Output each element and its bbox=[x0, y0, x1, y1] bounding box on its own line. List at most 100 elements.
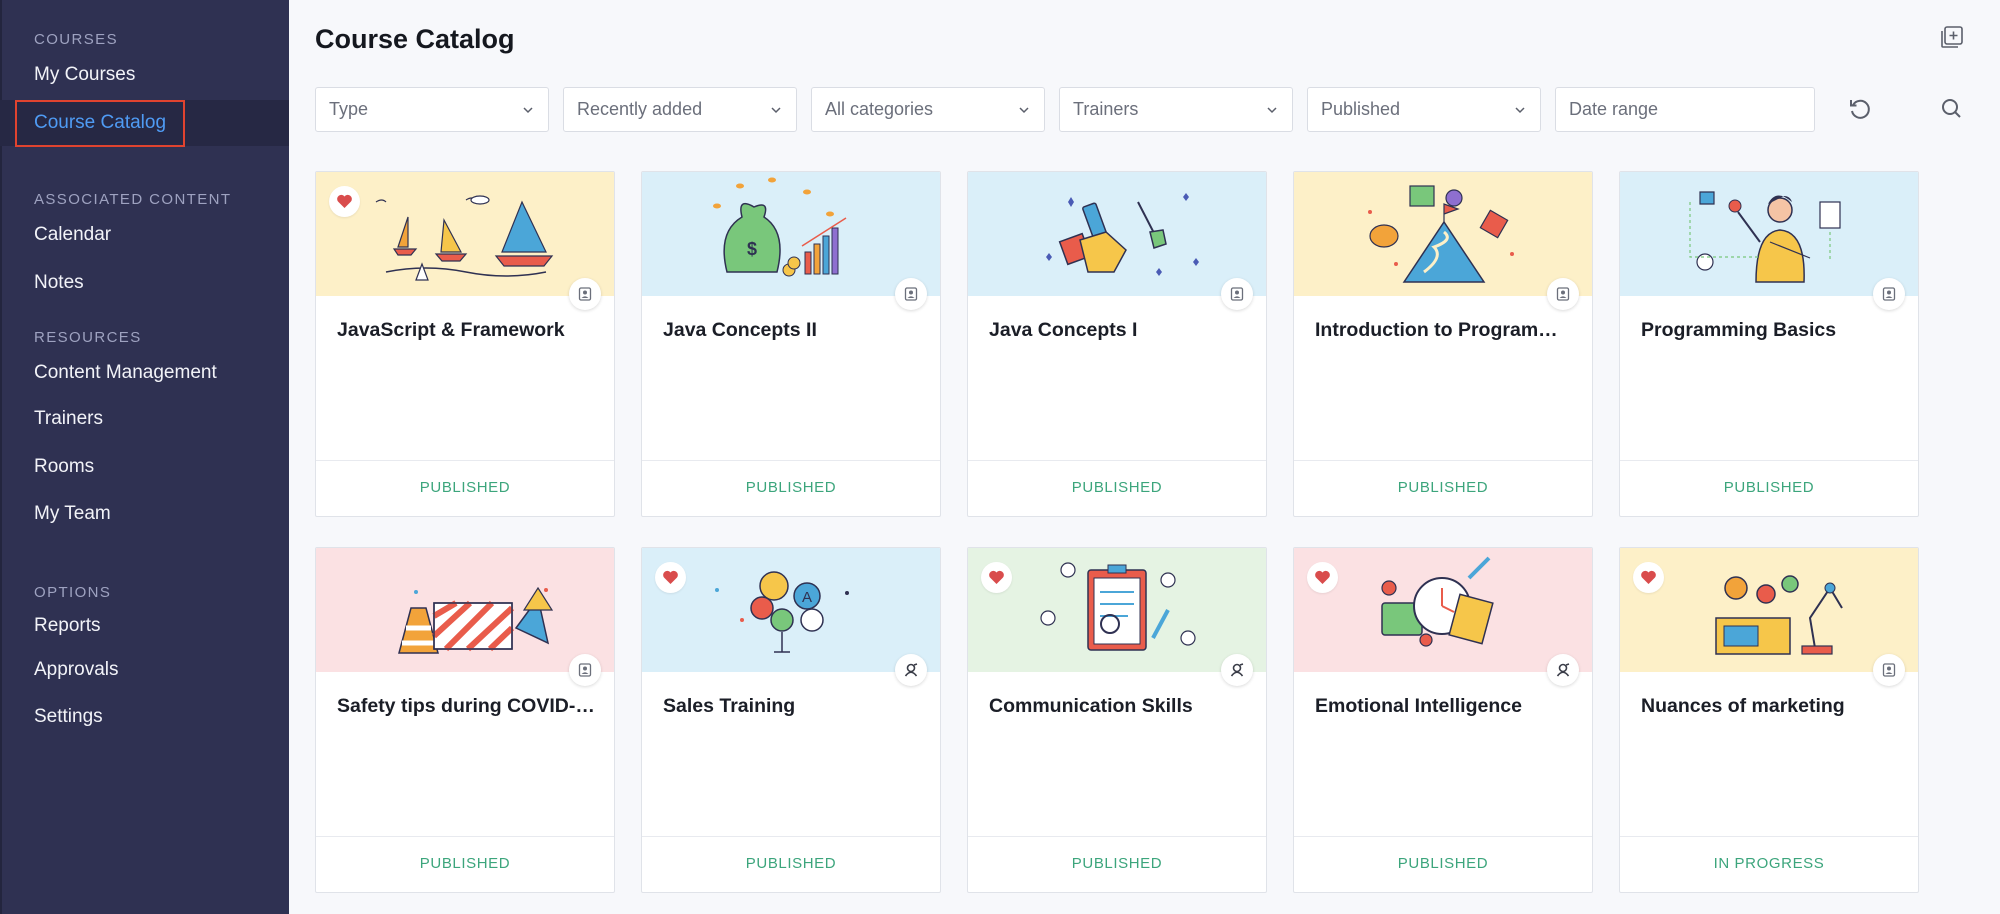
sidebar-section-options: OPTIONS bbox=[34, 584, 112, 601]
course-banner-image bbox=[1620, 172, 1918, 296]
favorite-heart-icon[interactable] bbox=[1307, 562, 1338, 593]
course-card[interactable]: Nuances of marketing IN PROGRESS bbox=[1619, 547, 1919, 893]
card-divider bbox=[642, 836, 940, 837]
course-status: PUBLISHED bbox=[1071, 479, 1163, 496]
sort-filter[interactable]: Recently added bbox=[563, 87, 797, 132]
sidebar-item-label: My Courses bbox=[34, 64, 136, 85]
favorite-heart-icon[interactable] bbox=[981, 562, 1012, 593]
card-divider bbox=[1620, 836, 1918, 837]
sidebar-item-reports[interactable]: Reports bbox=[0, 603, 289, 649]
course-card[interactable]: Introduction to Programming PUBLISHED bbox=[1293, 171, 1593, 517]
course-card[interactable]: Communication Skills PUBLISHED bbox=[967, 547, 1267, 893]
chevron-down-icon bbox=[1515, 107, 1525, 114]
category-filter-value: All categories bbox=[825, 99, 934, 119]
course-status: PUBLISHED bbox=[1071, 855, 1163, 872]
favorite-heart-icon[interactable] bbox=[655, 562, 686, 593]
sidebar-item-label: My Team bbox=[34, 503, 111, 524]
add-icon[interactable] bbox=[1940, 25, 1964, 49]
card-divider bbox=[1620, 460, 1918, 461]
sidebar-item-label: Trainers bbox=[34, 408, 103, 429]
type-filter[interactable]: Type bbox=[315, 87, 549, 132]
course-title[interactable]: JavaScript & Framework bbox=[337, 319, 595, 342]
svg-text:$: $ bbox=[747, 239, 757, 259]
course-banner-image bbox=[968, 172, 1266, 296]
course-banner-image bbox=[1294, 172, 1592, 296]
self-paced-icon bbox=[569, 654, 601, 686]
course-banner-image bbox=[968, 548, 1266, 672]
card-divider bbox=[968, 836, 1266, 837]
favorite-heart-icon[interactable] bbox=[329, 186, 360, 217]
category-filter[interactable]: All categories bbox=[811, 87, 1045, 132]
course-title[interactable]: Safety tips during COVID-19 bbox=[337, 695, 595, 718]
status-filter[interactable]: Published bbox=[1307, 87, 1541, 132]
sidebar: COURSES My Courses Course Catalog ASSOCI… bbox=[0, 0, 289, 914]
course-status: PUBLISHED bbox=[745, 855, 837, 872]
sidebar-item-notes[interactable]: Notes bbox=[0, 260, 289, 306]
course-banner-image: A bbox=[642, 548, 940, 672]
sidebar-section-associated-content: ASSOCIATED CONTENT bbox=[34, 191, 232, 208]
course-banner-image bbox=[316, 172, 614, 296]
chevron-down-icon bbox=[1019, 107, 1029, 114]
course-title[interactable]: Programming Basics bbox=[1641, 319, 1899, 342]
course-title[interactable]: Communication Skills bbox=[989, 695, 1247, 718]
search-icon[interactable] bbox=[1938, 95, 1966, 123]
instructor-led-icon bbox=[1221, 654, 1253, 686]
self-paced-icon bbox=[1221, 278, 1253, 310]
trainers-filter[interactable]: Trainers bbox=[1059, 87, 1293, 132]
sidebar-item-my-team[interactable]: My Team bbox=[0, 491, 289, 537]
sidebar-item-label: Content Management bbox=[34, 362, 217, 383]
course-status: IN PROGRESS bbox=[1713, 855, 1825, 872]
svg-text:A: A bbox=[802, 589, 812, 606]
sidebar-item-content-management[interactable]: Content Management bbox=[0, 350, 289, 396]
self-paced-icon bbox=[895, 278, 927, 310]
course-title[interactable]: Java Concepts II bbox=[663, 319, 921, 342]
course-card[interactable]: A Sales Training PUBLISHED bbox=[641, 547, 941, 893]
card-divider bbox=[642, 460, 940, 461]
sidebar-item-course-catalog[interactable]: Course Catalog bbox=[0, 100, 289, 147]
sidebar-item-label: Notes bbox=[34, 272, 84, 293]
sidebar-item-label: Settings bbox=[34, 706, 103, 727]
refresh-icon[interactable] bbox=[1846, 95, 1874, 123]
course-status: PUBLISHED bbox=[1723, 479, 1815, 496]
card-divider bbox=[316, 836, 614, 837]
sidebar-item-label: Approvals bbox=[34, 659, 119, 680]
sidebar-item-label: Calendar bbox=[34, 224, 112, 245]
page-title: Course Catalog bbox=[315, 24, 515, 54]
sidebar-item-trainers[interactable]: Trainers bbox=[0, 396, 289, 442]
course-status: PUBLISHED bbox=[745, 479, 837, 496]
course-banner-image bbox=[1294, 548, 1592, 672]
sidebar-item-approvals[interactable]: Approvals bbox=[0, 647, 289, 693]
self-paced-icon bbox=[1547, 278, 1579, 310]
course-status: PUBLISHED bbox=[1397, 855, 1489, 872]
course-banner-image bbox=[1620, 548, 1918, 672]
chevron-down-icon bbox=[523, 107, 533, 114]
favorite-heart-icon[interactable] bbox=[1633, 562, 1664, 593]
sidebar-item-my-courses[interactable]: My Courses bbox=[0, 52, 289, 98]
course-title[interactable]: Introduction to Programming bbox=[1315, 319, 1573, 342]
date-range-input[interactable]: Date range bbox=[1555, 87, 1815, 132]
self-paced-icon bbox=[569, 278, 601, 310]
date-range-placeholder: Date range bbox=[1569, 99, 1659, 119]
self-paced-icon bbox=[1873, 654, 1905, 686]
course-title[interactable]: Java Concepts I bbox=[989, 319, 1247, 342]
instructor-led-icon bbox=[1547, 654, 1579, 686]
course-card[interactable]: Emotional Intelligence PUBLISHED bbox=[1293, 547, 1593, 893]
sidebar-item-rooms[interactable]: Rooms bbox=[0, 444, 289, 490]
course-card[interactable]: JavaScript & Framework PUBLISHED bbox=[315, 171, 615, 517]
sidebar-item-settings[interactable]: Settings bbox=[0, 694, 289, 740]
instructor-led-icon bbox=[895, 654, 927, 686]
course-card[interactable]: Java Concepts I PUBLISHED bbox=[967, 171, 1267, 517]
course-status: PUBLISHED bbox=[1397, 479, 1489, 496]
course-card[interactable]: Programming Basics PUBLISHED bbox=[1619, 171, 1919, 517]
sidebar-section-resources: RESOURCES bbox=[34, 329, 142, 346]
card-divider bbox=[316, 460, 614, 461]
course-title[interactable]: Nuances of marketing bbox=[1641, 695, 1899, 718]
card-divider bbox=[1294, 836, 1592, 837]
course-card[interactable]: $ Java Concepts II PUBLISHED bbox=[641, 171, 941, 517]
course-banner-image bbox=[316, 548, 614, 672]
course-card[interactable]: Safety tips during COVID-19 PUBLISHED bbox=[315, 547, 615, 893]
course-banner-image: $ bbox=[642, 172, 940, 296]
sidebar-item-calendar[interactable]: Calendar bbox=[0, 212, 289, 258]
course-title[interactable]: Emotional Intelligence bbox=[1315, 695, 1573, 718]
course-title[interactable]: Sales Training bbox=[663, 695, 921, 718]
